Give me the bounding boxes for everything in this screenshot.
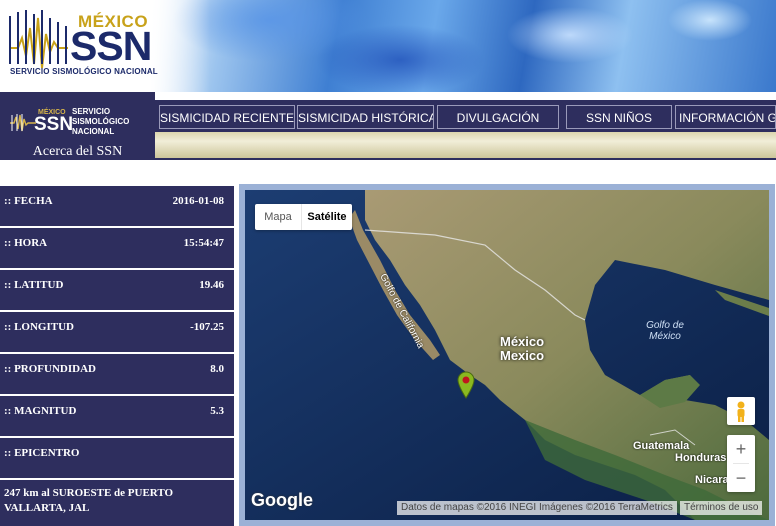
guatemala-label: Guatemala [633, 440, 690, 452]
acerca-link[interactable]: Acerca del SSN [0, 144, 155, 160]
zoom-control: + − [727, 435, 755, 492]
profundidad-label: :: PROFUNDIDAD [4, 363, 96, 375]
epicenter-marker-icon[interactable] [457, 371, 475, 399]
honduras-label: Honduras [675, 452, 727, 464]
profundidad-row: :: PROFUNDIDAD 8.0 [0, 354, 234, 394]
epicentro-row: :: EPICENTRO [0, 438, 234, 478]
logo-subtitle-text: SERVICIO SISMOLÓGICO NACIONAL [10, 67, 158, 76]
map-terms-link[interactable]: Términos de uso [680, 501, 763, 515]
epicentro-detail: 247 km al SUROESTE de PUERTO VALLARTA, J… [0, 480, 234, 526]
map-attribution: Datos de mapas ©2016 INEGI Imágenes ©201… [397, 501, 677, 515]
zoom-out-button[interactable]: − [727, 464, 755, 492]
epicentro-label: :: EPICENTRO [4, 447, 80, 459]
nav-informacion-general[interactable]: INFORMACIÓN GE [675, 105, 776, 129]
earthquake-map[interactable]: Golfo de California México Mexico Golfo … [245, 190, 769, 520]
google-logo[interactable]: Google [251, 490, 313, 511]
latitud-value: 19.46 [199, 279, 224, 291]
longitud-row: :: LONGITUD -107.25 [0, 312, 234, 352]
latitud-label: :: LATITUD [4, 279, 64, 291]
magnitud-row: :: MAGNITUD 5.3 [0, 396, 234, 436]
longitud-value: -107.25 [190, 321, 224, 333]
latitud-row: :: LATITUD 19.46 [0, 270, 234, 310]
site-header: MÉXICO SSN SERVICIO SISMOLÓGICO NACIONAL [0, 0, 776, 92]
magnitud-value: 5.3 [210, 405, 224, 417]
hora-value: 15:54:47 [183, 237, 224, 249]
map-type-satellite-button[interactable]: Satélite [302, 204, 352, 230]
magnitud-label: :: MAGNITUD [4, 405, 77, 417]
mini-logo-subtitle: SERVICIO SISMOLÓGICO NACIONAL [72, 107, 130, 136]
mexico-label: México [500, 334, 545, 349]
hora-label: :: HORA [4, 237, 48, 249]
nav-sismicidad-reciente[interactable]: SISMICIDAD RECIENTE [159, 105, 295, 129]
pegman-icon [737, 401, 745, 422]
epicentro-value: 247 km al SUROESTE de PUERTO VALLARTA, J… [4, 487, 174, 514]
mini-logo-acronym: SSN [34, 114, 74, 135]
profundidad-value: 8.0 [210, 363, 224, 375]
map-type-control: Mapa Satélite [255, 204, 352, 230]
earthquake-info-panel: :: FECHA 2016-01-08 :: HORA 15:54:47 :: … [0, 183, 236, 526]
mini-seismograph-icon [10, 114, 36, 132]
nav-top-strip [155, 92, 776, 100]
banner-fade [150, 0, 210, 92]
gulf-mexico-label: Golfo de México [646, 320, 684, 342]
zoom-in-button[interactable]: + [727, 435, 755, 463]
header-banner-image [150, 0, 776, 92]
nav-sismicidad-historica[interactable]: SISMICIDAD HISTÓRICA [297, 105, 434, 129]
fecha-row: :: FECHA 2016-01-08 [0, 186, 234, 226]
map-type-map-button[interactable]: Mapa [255, 204, 301, 230]
fecha-label: :: FECHA [4, 195, 53, 207]
nav-ssn-ninos[interactable]: SSN NIÑOS [566, 105, 672, 129]
mexico-en-label: Mexico [500, 348, 545, 363]
logo-acronym-text[interactable]: SSN [70, 26, 152, 67]
hora-row: :: HORA 15:54:47 [0, 228, 234, 268]
street-view-pegman-button[interactable] [727, 397, 755, 425]
nav-gold-strip [155, 132, 776, 158]
fecha-value: 2016-01-08 [172, 195, 224, 207]
nav-divulgacion[interactable]: DIVULGACIÓN [437, 105, 559, 129]
nicaragua-label: Nicara [695, 474, 729, 486]
longitud-label: :: LONGITUD [4, 321, 74, 333]
